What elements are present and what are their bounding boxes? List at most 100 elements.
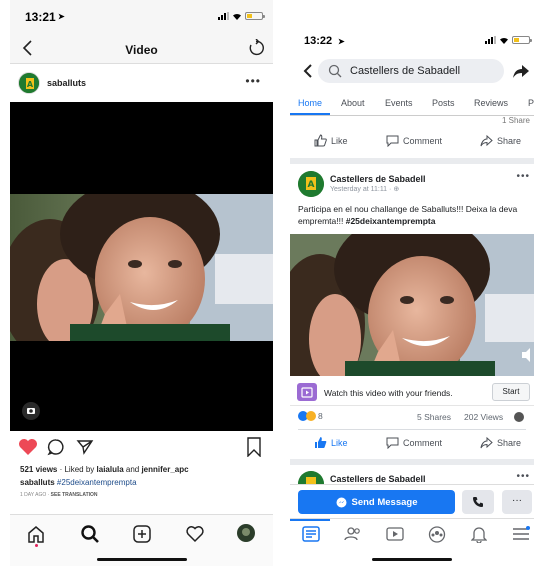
see-translation-link[interactable]: SEE TRANSLATION — [51, 492, 98, 498]
search-bar[interactable]: Castellers de Sabadell — [318, 59, 504, 83]
watch-party-icon — [297, 383, 317, 401]
status-icons — [218, 12, 265, 20]
page-action-bar: Send Message ··· — [290, 484, 534, 518]
page-avatar[interactable]: A — [298, 171, 324, 197]
comment-label: Comment — [403, 135, 443, 146]
phone-icon — [473, 497, 483, 507]
status-bar: 13:21 ➤ — [10, 0, 273, 32]
watch-video-icon[interactable] — [386, 526, 404, 542]
post-text: Participa en el nou challange de Saballu… — [298, 203, 530, 227]
friends-icon[interactable] — [344, 526, 362, 542]
post-timestamp: Yesterday at 11:11 · ⊕ — [330, 185, 399, 193]
shares-count[interactable]: 5 Shares — [417, 412, 451, 422]
tab-home[interactable]: Home — [298, 98, 322, 108]
reactions-summary: 8 5 Shares 202 Views — [290, 408, 534, 426]
post-card: A Castellers de Sabadell Yesterday at 11… — [290, 164, 534, 459]
groups-icon[interactable] — [428, 526, 446, 543]
wifi-icon — [500, 37, 508, 44]
search-text: Castellers de Sabadell — [350, 65, 461, 77]
comment-button[interactable]: Comment — [386, 436, 442, 449]
svg-text:A: A — [308, 180, 315, 190]
heart-filled-icon[interactable] — [18, 438, 38, 456]
active-tab-indicator — [290, 519, 330, 521]
home-indicator — [372, 558, 452, 561]
tab-posts[interactable]: Posts — [432, 98, 455, 108]
news-feed-icon[interactable] — [302, 526, 320, 542]
more-options-icon[interactable]: ••• — [516, 171, 530, 182]
timestamp-text: Yesterday at 11:11 · — [330, 186, 394, 193]
like-label: Like — [331, 135, 348, 146]
liked-and-text: and — [123, 465, 142, 474]
comment-bubble-icon — [386, 437, 399, 449]
svg-text:A: A — [27, 80, 34, 89]
home-indicator — [96, 558, 187, 561]
like-button[interactable]: Like — [314, 134, 348, 147]
send-message-button[interactable]: Send Message — [298, 490, 455, 514]
reaction-count: 8 — [318, 411, 323, 421]
time-ago: 1 DAY AGO — [20, 492, 47, 498]
start-button[interactable]: Start — [492, 383, 530, 401]
watch-party-row: Watch this video with your friends. Star… — [290, 378, 534, 406]
comment-button[interactable]: Comment — [386, 134, 442, 147]
post-meta: 1 DAY AGO · SEE TRANSLATION — [20, 492, 98, 498]
instagram-screen: 13:21 ➤ Video A saballuts ••• 521 views … — [10, 0, 273, 566]
tab-events[interactable]: Events — [385, 98, 413, 108]
share-label: Share — [497, 437, 522, 448]
video-frame-image — [290, 234, 534, 376]
thumb-up-filled-icon — [315, 437, 327, 448]
camera-icon[interactable] — [22, 402, 40, 420]
views-count[interactable]: 202 Views — [464, 412, 503, 422]
share-button[interactable]: Share — [480, 134, 521, 147]
back-chevron-icon[interactable] — [302, 64, 314, 78]
tab-about[interactable]: About — [341, 98, 365, 108]
profile-avatar-icon[interactable] — [236, 523, 256, 543]
refresh-icon[interactable] — [247, 39, 265, 57]
video-player[interactable] — [290, 234, 534, 376]
username[interactable]: saballuts — [47, 78, 86, 88]
tab-more[interactable]: P — [528, 98, 534, 108]
video-frame-image — [10, 194, 273, 341]
liked-by-text: · Liked by — [57, 465, 97, 474]
bookmark-icon[interactable] — [246, 437, 262, 457]
page-name[interactable]: Castellers de Sabadell — [330, 474, 426, 484]
status-time: 13:21 — [25, 10, 56, 24]
active-tab-underline — [290, 113, 330, 115]
share-arrow-icon — [480, 436, 493, 449]
post-hashtag[interactable]: #25deixantemprempta — [346, 216, 436, 226]
share-paper-plane-icon[interactable] — [76, 438, 94, 456]
liker-link-2[interactable]: jennifer_apc — [141, 465, 188, 474]
more-options-icon[interactable]: ••• — [516, 471, 530, 482]
notifications-bell-icon[interactable] — [471, 526, 487, 543]
location-arrow-icon: ➤ — [58, 12, 65, 21]
search-icon[interactable] — [80, 524, 100, 544]
page-name[interactable]: Castellers de Sabadell — [330, 174, 426, 184]
share-button[interactable]: Share — [480, 436, 521, 449]
menu-hamburger-icon[interactable] — [512, 526, 530, 542]
reactions[interactable]: 8 — [298, 411, 323, 421]
messenger-icon — [336, 497, 346, 507]
tab-bar — [290, 518, 534, 566]
avatar[interactable]: A — [18, 72, 40, 94]
comment-icon[interactable] — [47, 438, 65, 456]
call-button[interactable] — [462, 490, 494, 514]
likes-summary: 521 views · Liked by laialula and jennif… — [20, 465, 189, 474]
view-count[interactable]: 521 views — [20, 465, 57, 474]
caption: saballuts #25deixantemprempta — [20, 478, 137, 487]
liker-link-1[interactable]: laialula — [97, 465, 124, 474]
home-icon[interactable] — [26, 524, 46, 544]
more-actions-button[interactable]: ··· — [502, 490, 532, 514]
more-options-icon[interactable]: ••• — [245, 74, 261, 88]
video-player[interactable] — [10, 102, 273, 431]
location-arrow-icon: ➤ — [338, 37, 345, 46]
wifi-icon — [233, 13, 241, 20]
new-post-icon[interactable] — [132, 524, 152, 544]
comment-bubble-icon — [386, 135, 399, 147]
caption-hashtag[interactable]: #25deixantemprempta — [57, 478, 137, 487]
battery-icon — [512, 36, 532, 44]
caption-username[interactable]: saballuts — [20, 478, 55, 487]
divider — [298, 429, 526, 430]
like-button[interactable]: Like — [314, 436, 348, 449]
share-arrow-icon[interactable] — [512, 62, 530, 80]
activity-heart-icon[interactable] — [185, 524, 205, 544]
tab-reviews[interactable]: Reviews — [474, 98, 508, 108]
